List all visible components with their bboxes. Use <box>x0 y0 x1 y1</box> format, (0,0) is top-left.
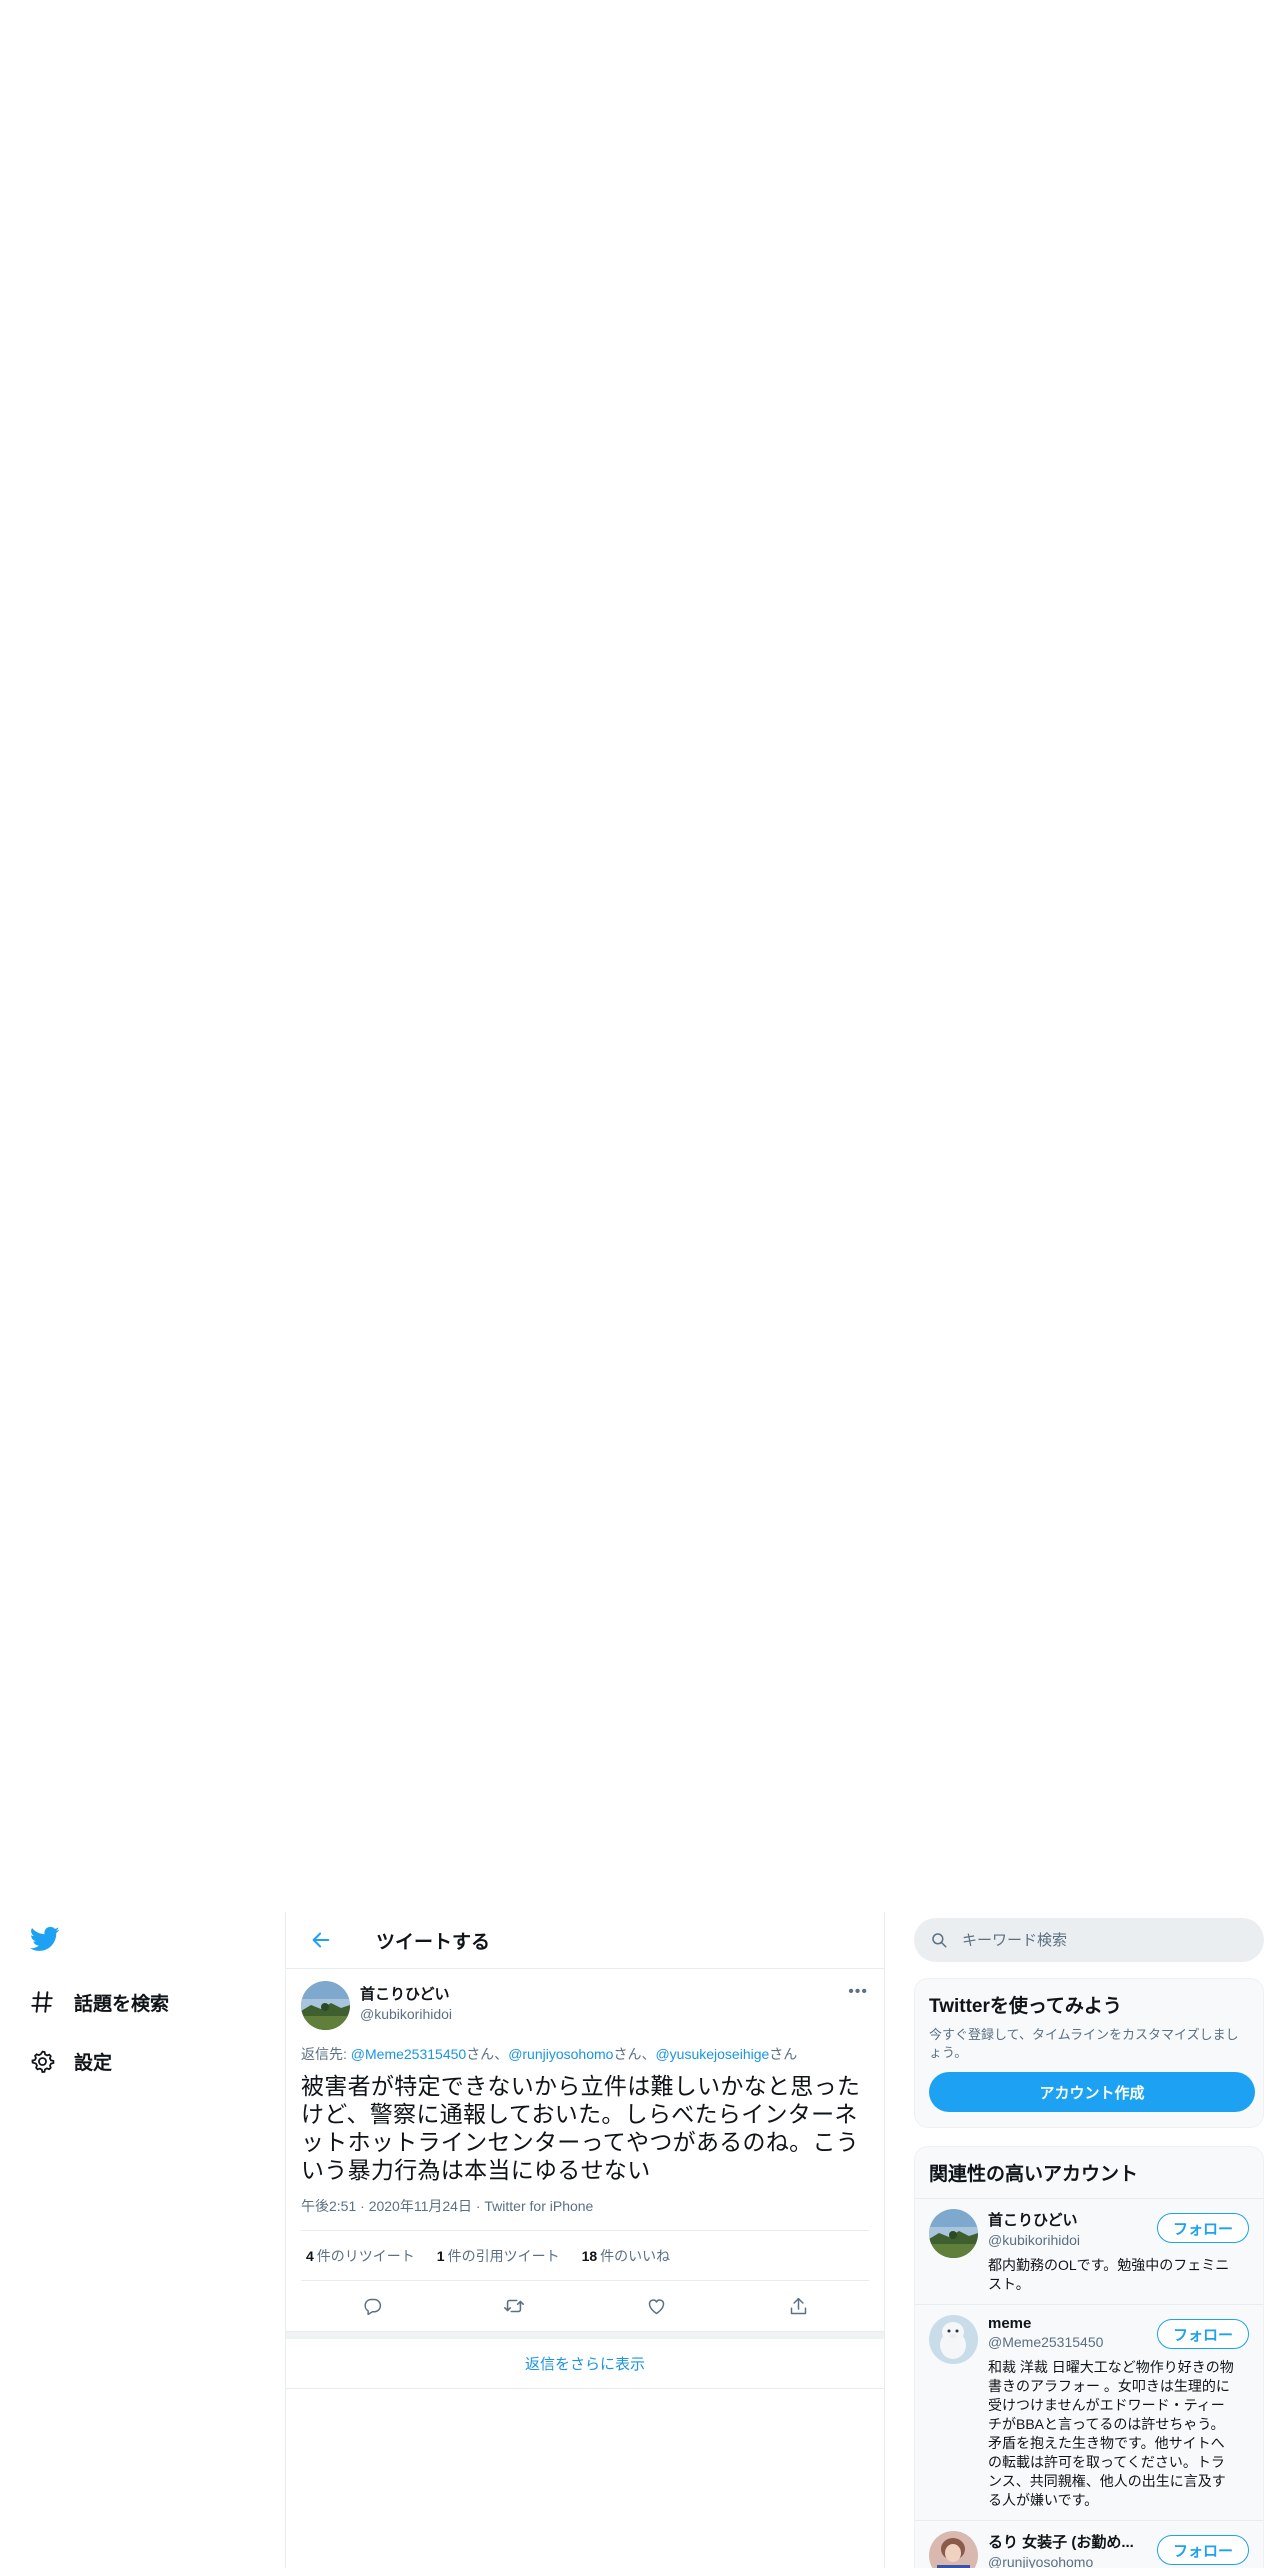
signup-description: 今すぐ登録して、タイムラインをカスタマイズしましょう。 <box>929 2027 1239 2060</box>
follow-button[interactable]: フォロー <box>1157 2319 1249 2349</box>
page-header: ツイートする <box>286 1912 884 1969</box>
left-nav: 話題を検索 設定 <box>0 1912 285 2568</box>
hashtag-icon <box>28 1988 56 2016</box>
reply-icon <box>363 2298 381 2315</box>
section-divider <box>286 2331 884 2339</box>
tweet-time[interactable]: 午後2:51 <box>301 2198 356 2214</box>
account-avatar[interactable] <box>929 2209 978 2258</box>
retweet-button[interactable] <box>497 2289 531 2323</box>
more-options-icon[interactable]: ••• <box>848 1983 868 2001</box>
related-account-item[interactable]: meme @Meme25315450 和裁 洋裁 日曜大工など物作り好きの物書き… <box>915 2305 1263 2521</box>
nav-item-settings[interactable]: 設定 <box>28 2041 112 2081</box>
nav-item-label: 話題を検索 <box>74 1993 170 2015</box>
back-button[interactable] <box>306 1925 336 1955</box>
reply-to-prefix: 返信先: <box>301 2046 351 2062</box>
create-account-button[interactable]: アカウント作成 <box>929 2072 1255 2112</box>
follow-button[interactable]: フォロー <box>1157 2213 1249 2243</box>
share-icon <box>790 2297 806 2314</box>
quotes-stat[interactable]: 1 件の引用ツイート <box>437 2246 560 2266</box>
gear-icon <box>28 2047 56 2075</box>
page-title: ツイートする <box>376 1931 491 1953</box>
reply-button[interactable] <box>355 2289 389 2323</box>
main-column: ツイートする 首こりひどい @kubikorihidoi ••• 返信先: @M… <box>285 1912 885 2568</box>
meta-separator: · <box>471 2198 485 2214</box>
related-accounts-title: 関連性の高いアカウント <box>915 2147 1263 2199</box>
mention-suffix: さん <box>769 2046 798 2062</box>
tweet-source[interactable]: Twitter for iPhone <box>484 2198 593 2214</box>
tweet-meta: 午後2:51 · 2020年11月24日 · Twitter for iPhon… <box>301 2196 869 2231</box>
tweet-actions <box>301 2281 869 2331</box>
related-account-item[interactable]: 首こりひどい @kubikorihidoi 都内勤務のOLです。勉強中のフェミニ… <box>915 2199 1263 2305</box>
likes-label: 件のいいね <box>600 2247 671 2264</box>
tweet-detail: 首こりひどい @kubikorihidoi ••• 返信先: @Meme2531… <box>286 1969 884 2331</box>
likes-count: 18 <box>581 2247 598 2264</box>
account-avatar[interactable] <box>929 2531 978 2568</box>
nav-item-label: 設定 <box>74 2052 113 2074</box>
quotes-count: 1 <box>436 2247 445 2264</box>
heart-icon <box>648 2298 664 2314</box>
mention-separator: 、 <box>641 2046 656 2062</box>
quotes-label: 件の引用ツイート <box>447 2247 560 2264</box>
mention-link[interactable]: @runjiyosohomo <box>508 2046 613 2062</box>
signup-title: Twitterを使ってみよう <box>929 1996 1122 2017</box>
retweets-count: 4 <box>306 2247 314 2264</box>
reply-to-line: 返信先: @Meme25315450さん、@runjiyosohomoさん、@y… <box>301 2044 869 2064</box>
related-accounts-card: 関連性の高いアカウント 首こりひどい @kubikorihidoi 都内勤務のO… <box>914 2146 1264 2568</box>
right-sidebar: Twitterを使ってみよう 今すぐ登録して、タイムラインをカスタマイズしましょ… <box>914 1912 1264 2568</box>
account-bio: 都内勤務のOLです。勉強中のフェミニスト。 <box>988 2257 1230 2292</box>
follow-button[interactable]: フォロー <box>1157 2535 1249 2565</box>
twitter-app: 話題を検索 設定 ツイートする 首こりひどい @kubikorihidoi ••… <box>0 1912 1284 2568</box>
retweet-icon <box>504 2299 524 2313</box>
search-box <box>914 1918 1264 1962</box>
account-bio: 和裁 洋裁 日曜大工など物作り好きの物書きのアラフォー 。女叩きは生理的に受けつ… <box>988 2359 1234 2508</box>
meta-separator: · <box>356 2198 369 2214</box>
tweet-stats: 4 件のリツイート 1 件の引用ツイート 18 件のいいね <box>301 2231 869 2281</box>
mention-link[interactable]: @yusukejoseihige <box>655 2046 769 2062</box>
retweets-stat[interactable]: 4 件のリツイート <box>306 2246 415 2266</box>
like-button[interactable] <box>639 2289 673 2323</box>
share-button[interactable] <box>781 2289 815 2323</box>
author-name[interactable]: 首こりひどい <box>360 1983 452 2004</box>
search-icon <box>932 1933 947 1948</box>
tweet-text: 被害者が特定できないから立件は難しいかなと思ったけど、警察に通報しておいた。しら… <box>301 2073 861 2183</box>
twitter-logo-icon[interactable] <box>28 1924 62 1954</box>
related-account-item[interactable]: るり 女装子 (お勤め... @runjiyosohomo フォロー <box>915 2521 1263 2568</box>
mention-link[interactable]: @Meme25315450 <box>351 2046 466 2062</box>
back-arrow-icon <box>312 1932 330 1948</box>
author-handle[interactable]: @kubikorihidoi <box>360 2006 452 2022</box>
show-more-replies-button[interactable]: 返信をさらに表示 <box>286 2339 884 2389</box>
mention-suffix: さん <box>613 2046 642 2062</box>
account-avatar[interactable] <box>929 2315 978 2364</box>
tweet-date[interactable]: 2020年11月24日 <box>369 2198 472 2214</box>
retweets-label: 件のリツイート <box>316 2247 415 2264</box>
author-avatar[interactable] <box>301 1981 350 2030</box>
search-input[interactable] <box>962 1931 1232 1949</box>
signup-card: Twitterを使ってみよう 今すぐ登録して、タイムラインをカスタマイズしましょ… <box>914 1978 1264 2128</box>
likes-stat[interactable]: 18 件のいいね <box>582 2246 671 2266</box>
mention-suffix: さん <box>466 2046 495 2062</box>
nav-item-explore[interactable]: 話題を検索 <box>28 1982 169 2022</box>
mention-separator: 、 <box>494 2046 509 2062</box>
